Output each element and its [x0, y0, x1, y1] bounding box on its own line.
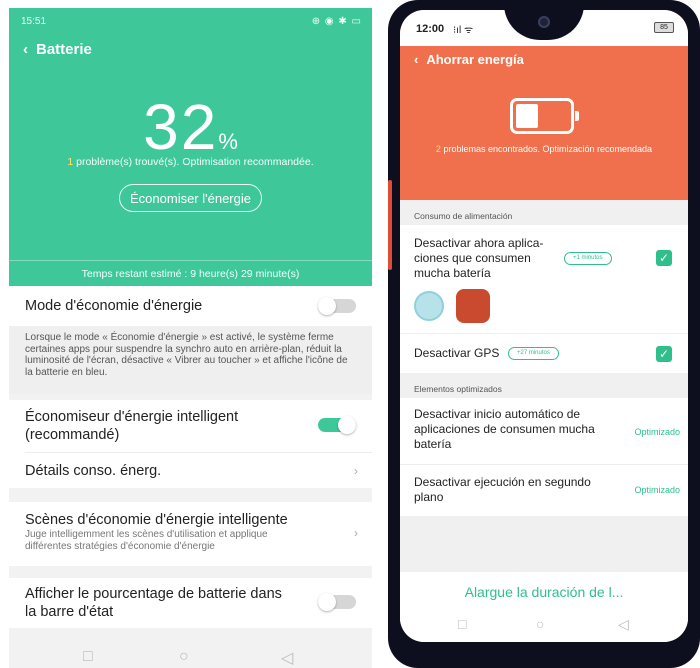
remaining-time: Temps restant estimé : 9 heure(s) 29 min… [9, 260, 372, 286]
battery-unit: % [218, 129, 238, 154]
power-mode-description: Lorsque le mode « Économie d'énergie » e… [9, 326, 372, 394]
nav-bar: ‹ Batterie [23, 41, 92, 58]
back-icon[interactable]: ◁ [281, 648, 293, 668]
toggle-knob [338, 416, 356, 434]
disable-gps-label: Desactivar GPS [414, 346, 500, 360]
autostart-row[interactable]: Desactivar inicio automático de aplicaci… [400, 398, 688, 464]
smart-scenes-row[interactable]: Scènes d'économie d'énergie intelligente… [9, 502, 372, 566]
status-battery: 85 [654, 22, 674, 33]
phone-frame: 12:00 ⁝ıl ᯤ 85 ‹ Ahorrar energía 2 probl… [388, 0, 700, 668]
email-app-icon [414, 291, 444, 321]
battery-value: 32 [143, 91, 219, 163]
back-icon[interactable]: ◁ [618, 616, 629, 633]
power-mode-toggle[interactable] [318, 297, 356, 315]
problems-found: 1 problème(s) trouvé(s). Optimisation re… [9, 156, 372, 168]
smart-saver-row[interactable]: Économiseur d'énergie intelligent (recom… [9, 400, 372, 452]
battery-tip [575, 111, 579, 121]
battery-hero: 15:51 ⊕ ◉ ✱ ▭ ‹ Batterie 32% 1 problème(… [9, 8, 372, 286]
home-icon[interactable]: ○ [179, 648, 189, 666]
consumption-details-label: Détails conso. énerg. [25, 463, 162, 479]
background-run-row[interactable]: Desactivar ejecución en segundo plano Op… [400, 464, 688, 516]
time-gain-pill: +27 minutos [508, 347, 559, 360]
power-mode-label: Mode d'économie d'énergie [25, 298, 203, 314]
battery-screen-fr: 15:51 ⊕ ◉ ✱ ▭ ‹ Batterie 32% 1 problème(… [9, 8, 372, 668]
section-optimized: Elementos optimizados [414, 384, 502, 394]
back-arrow-icon[interactable]: ‹ [414, 52, 418, 67]
page-title: Batterie [36, 41, 92, 58]
checkbox-checked-icon[interactable]: ✓ [656, 346, 672, 362]
footer: Alargue la duración de l... □ ○ ◁ [400, 572, 688, 642]
problems-text: problemas encontrados. Optimización reco… [440, 144, 653, 154]
navigation-bar: □ ○ ◁ [9, 636, 372, 668]
battery-percent: 32% [9, 90, 372, 164]
game-app-icon [456, 289, 490, 323]
divider [25, 452, 372, 453]
show-percent-label: Afficher le pourcentage de batterie dans… [25, 586, 282, 620]
recents-icon[interactable]: □ [83, 648, 93, 666]
status-icons: ⊕ ◉ ✱ ▭ [311, 16, 362, 27]
battery-icon [510, 98, 579, 134]
autostart-label: Desactivar inicio automático de aplicaci… [414, 407, 595, 451]
time-gain-pill: +1 minutos [564, 252, 612, 265]
recents-icon[interactable]: □ [458, 616, 466, 632]
smart-saver-label: Économiseur d'énergie intelligent (recom… [25, 409, 239, 443]
chevron-right-icon: › [354, 526, 358, 540]
disable-gps-row[interactable]: Desactivar GPS +27 minutos ✓ [400, 333, 688, 373]
status-time: 15:51 [21, 16, 47, 27]
power-mode-row[interactable]: Mode d'économie d'énergie [9, 286, 372, 326]
nav-bar: ‹ Ahorrar energía [414, 52, 524, 67]
side-button [388, 180, 392, 270]
optimized-status: Optimizado [634, 485, 680, 495]
disable-apps-label: Desactivar ahora aplica-ciones que consu… [414, 236, 544, 280]
toggle-knob [318, 593, 336, 611]
consumption-details-row[interactable]: Détails conso. énerg. › [9, 452, 372, 488]
smart-scenes-description: Juge intelligemment les scènes d'utilisa… [25, 529, 268, 552]
show-percent-toggle[interactable] [318, 593, 356, 611]
toggle-knob [318, 297, 336, 315]
show-percent-row[interactable]: Afficher le pourcentage de batterie dans… [9, 578, 372, 628]
home-icon[interactable]: ○ [536, 616, 544, 632]
signal-wifi-icon: ⁝ıl ᯤ [453, 25, 474, 36]
extend-battery-button[interactable]: Alargue la duración de l... [400, 584, 688, 600]
optimized-status: Optimizado [634, 427, 680, 437]
back-arrow-icon[interactable]: ‹ [23, 41, 28, 58]
checkbox-checked-icon[interactable]: ✓ [656, 250, 672, 266]
problems-text: problème(s) trouvé(s). Optimisation reco… [73, 156, 314, 168]
smart-saver-toggle[interactable] [318, 416, 356, 434]
background-run-label: Desactivar ejecución en segundo plano [414, 475, 591, 504]
chevron-right-icon: › [354, 464, 358, 478]
save-energy-button[interactable]: Économiser l'énergie [119, 184, 262, 212]
status-time: 12:00 [416, 23, 445, 35]
section-consumption: Consumo de alimentación [414, 211, 513, 221]
battery-fill [516, 104, 538, 128]
battery-screen-es: 12:00 ⁝ıl ᯤ 85 ‹ Ahorrar energía 2 probl… [400, 10, 688, 642]
disable-apps-row[interactable]: Desactivar ahora aplica-ciones que consu… [400, 225, 688, 333]
problems-found: 2 problemas encontrados. Optimización re… [400, 144, 688, 154]
camera-icon [538, 16, 550, 28]
page-title: Ahorrar energía [426, 52, 524, 67]
smart-scenes-label: Scènes d'économie d'énergie intelligente [25, 512, 288, 528]
